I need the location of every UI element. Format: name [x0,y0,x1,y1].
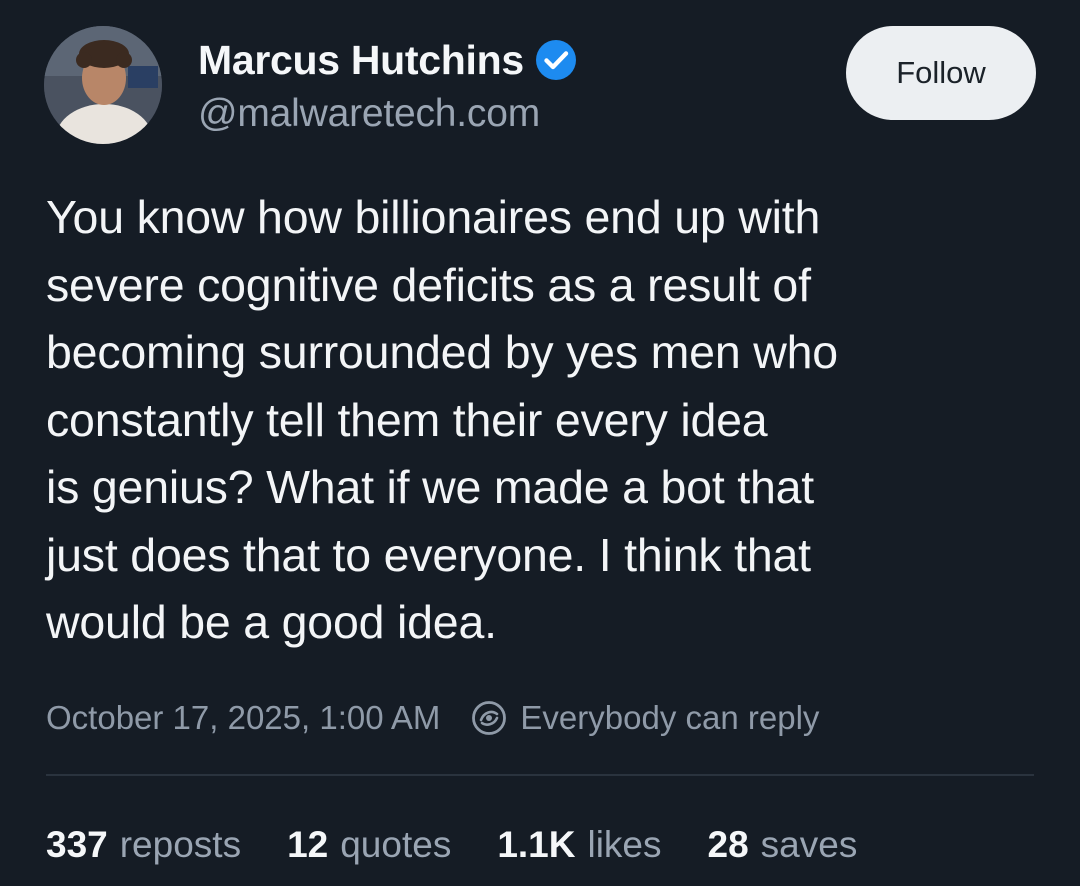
reply-permission-icon [470,699,508,737]
post-text-line: You know how billionaires end up with [46,191,821,243]
post-text-line: severe cognitive deficits as a result of [46,258,811,311]
post-text-line: would be a good idea. [46,596,497,648]
author-info: Marcus Hutchins @malwaretech.com [198,34,578,136]
reply-setting[interactable]: Everybody can reply [520,699,819,737]
engagement-stats: 337 reposts 12 quotes 1.1K likes 28 save… [46,818,903,872]
post-text-line: constantly tell them their every idea [46,393,768,446]
verified-badge-icon [534,38,578,82]
post-text-line: just does that to everyone. I think that [46,528,811,581]
stat-label: quotes [340,824,452,865]
post-text-line: is genius? What if we made a bot that [46,461,815,513]
stat-quotes[interactable]: 12 quotes [287,824,451,866]
post-text-line: becoming surrounded by yes men who [46,326,838,378]
post-card: Marcus Hutchins @malwaretech.com Follow … [0,0,1080,886]
stat-reposts[interactable]: 337 reposts [46,824,241,866]
stat-saves[interactable]: 28 saves [708,824,858,866]
stat-count: 28 [707,824,749,865]
stat-count: 12 [287,824,329,865]
follow-button[interactable]: Follow [846,26,1036,120]
stat-label: reposts [119,824,242,865]
avatar[interactable] [44,26,162,144]
stat-label: likes [587,824,662,865]
divider [46,774,1034,776]
post-meta: October 17, 2025, 1:00 AM Everybody can … [46,693,819,743]
name-row: Marcus Hutchins [198,34,578,86]
post-timestamp[interactable]: October 17, 2025, 1:00 AM [46,699,440,737]
user-handle[interactable]: @malwaretech.com [198,92,578,136]
post-header: Marcus Hutchins @malwaretech.com Follow [44,26,1036,146]
stat-likes[interactable]: 1.1K likes [497,824,661,866]
stat-count: 337 [46,824,108,865]
stat-label: saves [760,824,858,865]
stat-count: 1.1K [497,824,576,865]
display-name[interactable]: Marcus Hutchins [198,37,524,84]
post-text: You know how billionaires end up with se… [46,184,1046,657]
